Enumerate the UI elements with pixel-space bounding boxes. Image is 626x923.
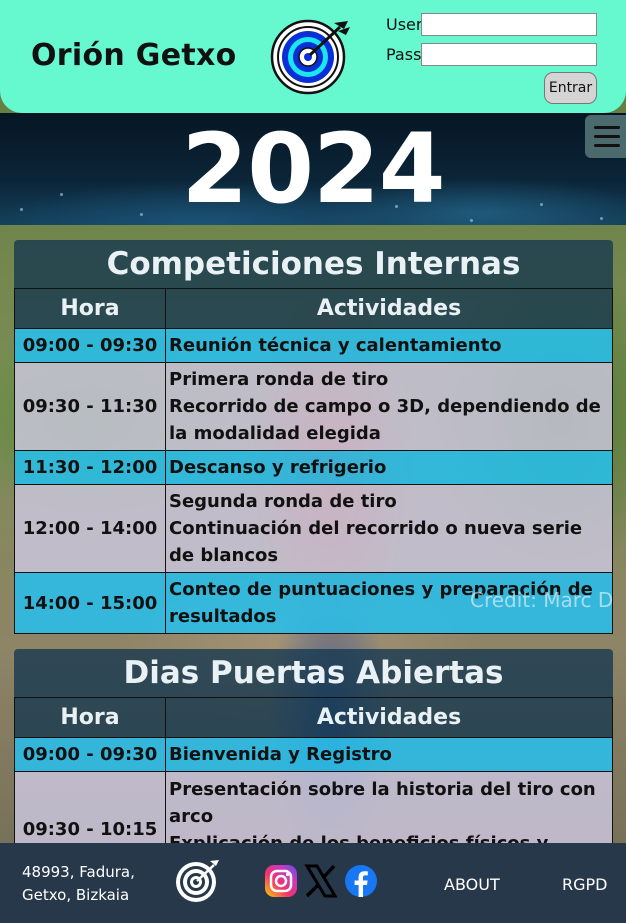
- x-icon[interactable]: [304, 864, 338, 898]
- activity-line: Presentación sobre la historia del tiro …: [169, 779, 596, 827]
- activity-line: Primera ronda de tiro: [169, 369, 389, 390]
- time-cell: 09:00 - 09:30: [14, 328, 166, 363]
- column-header-hora: Hora: [14, 697, 166, 738]
- activity-cell: Segunda ronda de tiro Continuación del re…: [165, 484, 613, 573]
- facebook-icon[interactable]: [344, 864, 378, 898]
- column-header-hora: Hora: [14, 288, 166, 329]
- pass-label: Pass: [386, 44, 422, 64]
- schedule-table: Hora Actividades 09:00 - 09:30 Reunión t…: [14, 288, 613, 634]
- time-cell: 12:00 - 14:00: [14, 484, 166, 573]
- year-banner: 2024: [0, 113, 626, 225]
- activity-line: Segunda ronda de tiro: [169, 491, 397, 512]
- activity-cell: Reunión técnica y calentamiento: [165, 328, 613, 363]
- brand-name[interactable]: Orión Getxo: [31, 38, 237, 73]
- site-footer: 48993, Fadura, Getxo, Bizkaia ABOUT RGPD: [0, 843, 626, 923]
- rgpd-link[interactable]: RGPD: [562, 875, 607, 894]
- login-form: User Pass Entrar: [386, 12, 601, 104]
- table-row: 09:00 - 09:30 Bienvenida y Registro: [14, 737, 613, 772]
- year-heading: 2024: [181, 113, 445, 225]
- table-row: 11:30 - 12:00 Descanso y refrigerio: [14, 450, 613, 485]
- photo-credit: Credit: Marc D: [470, 588, 614, 612]
- user-row: User: [386, 12, 601, 36]
- site-header: Orión Getxo User Pass Entrar: [0, 0, 626, 113]
- time-cell: 09:30 - 11:30: [14, 362, 166, 451]
- target-logo-icon[interactable]: [270, 17, 350, 95]
- instagram-icon[interactable]: [264, 864, 298, 898]
- column-header-actividades: Actividades: [165, 697, 613, 738]
- section-title: Dias Puertas Abiertas: [14, 649, 613, 697]
- activity-line: Bienvenida y Registro: [169, 744, 392, 765]
- activity-line: Descanso y refrigerio: [169, 457, 387, 478]
- column-header-actividades: Actividades: [165, 288, 613, 329]
- login-button[interactable]: Entrar: [544, 72, 597, 104]
- table-row: 09:30 - 11:30 Primera ronda de tiro Recor…: [14, 362, 613, 451]
- activity-line: Continuación del recorrido o nueva serie…: [169, 518, 583, 566]
- address-line: 48993, Fadura,: [22, 863, 135, 881]
- table-header-row: Hora Actividades: [14, 697, 613, 738]
- hamburger-menu-icon[interactable]: [585, 115, 626, 158]
- section-title: Competiciones Internas: [14, 240, 613, 288]
- activity-cell: Bienvenida y Registro: [165, 737, 613, 772]
- address: 48993, Fadura, Getxo, Bizkaia: [22, 861, 135, 907]
- time-cell: 11:30 - 12:00: [14, 450, 166, 485]
- activity-cell: Descanso y refrigerio: [165, 450, 613, 485]
- footer-target-logo-icon[interactable]: [174, 858, 220, 904]
- user-input[interactable]: [421, 12, 597, 36]
- table-header-row: Hora Actividades: [14, 288, 613, 329]
- time-cell: 09:00 - 09:30: [14, 737, 166, 772]
- user-label: User: [386, 14, 423, 34]
- address-line: Getxo, Bizkaia: [22, 886, 130, 904]
- pass-row: Pass: [386, 42, 601, 66]
- pass-input[interactable]: [421, 42, 597, 66]
- activity-cell: Primera ronda de tiro Recorrido de campo …: [165, 362, 613, 451]
- table-row: 09:00 - 09:30 Reunión técnica y calentam…: [14, 328, 613, 363]
- time-cell: 14:00 - 15:00: [14, 572, 166, 634]
- section-competiciones: Competiciones Internas Hora Actividades …: [14, 240, 613, 634]
- table-row: 12:00 - 14:00 Segunda ronda de tiro Conti…: [14, 484, 613, 573]
- activity-line: Reunión técnica y calentamiento: [169, 335, 502, 356]
- activity-line: Recorrido de campo o 3D, dependiendo de …: [169, 396, 601, 444]
- about-link[interactable]: ABOUT: [444, 875, 500, 894]
